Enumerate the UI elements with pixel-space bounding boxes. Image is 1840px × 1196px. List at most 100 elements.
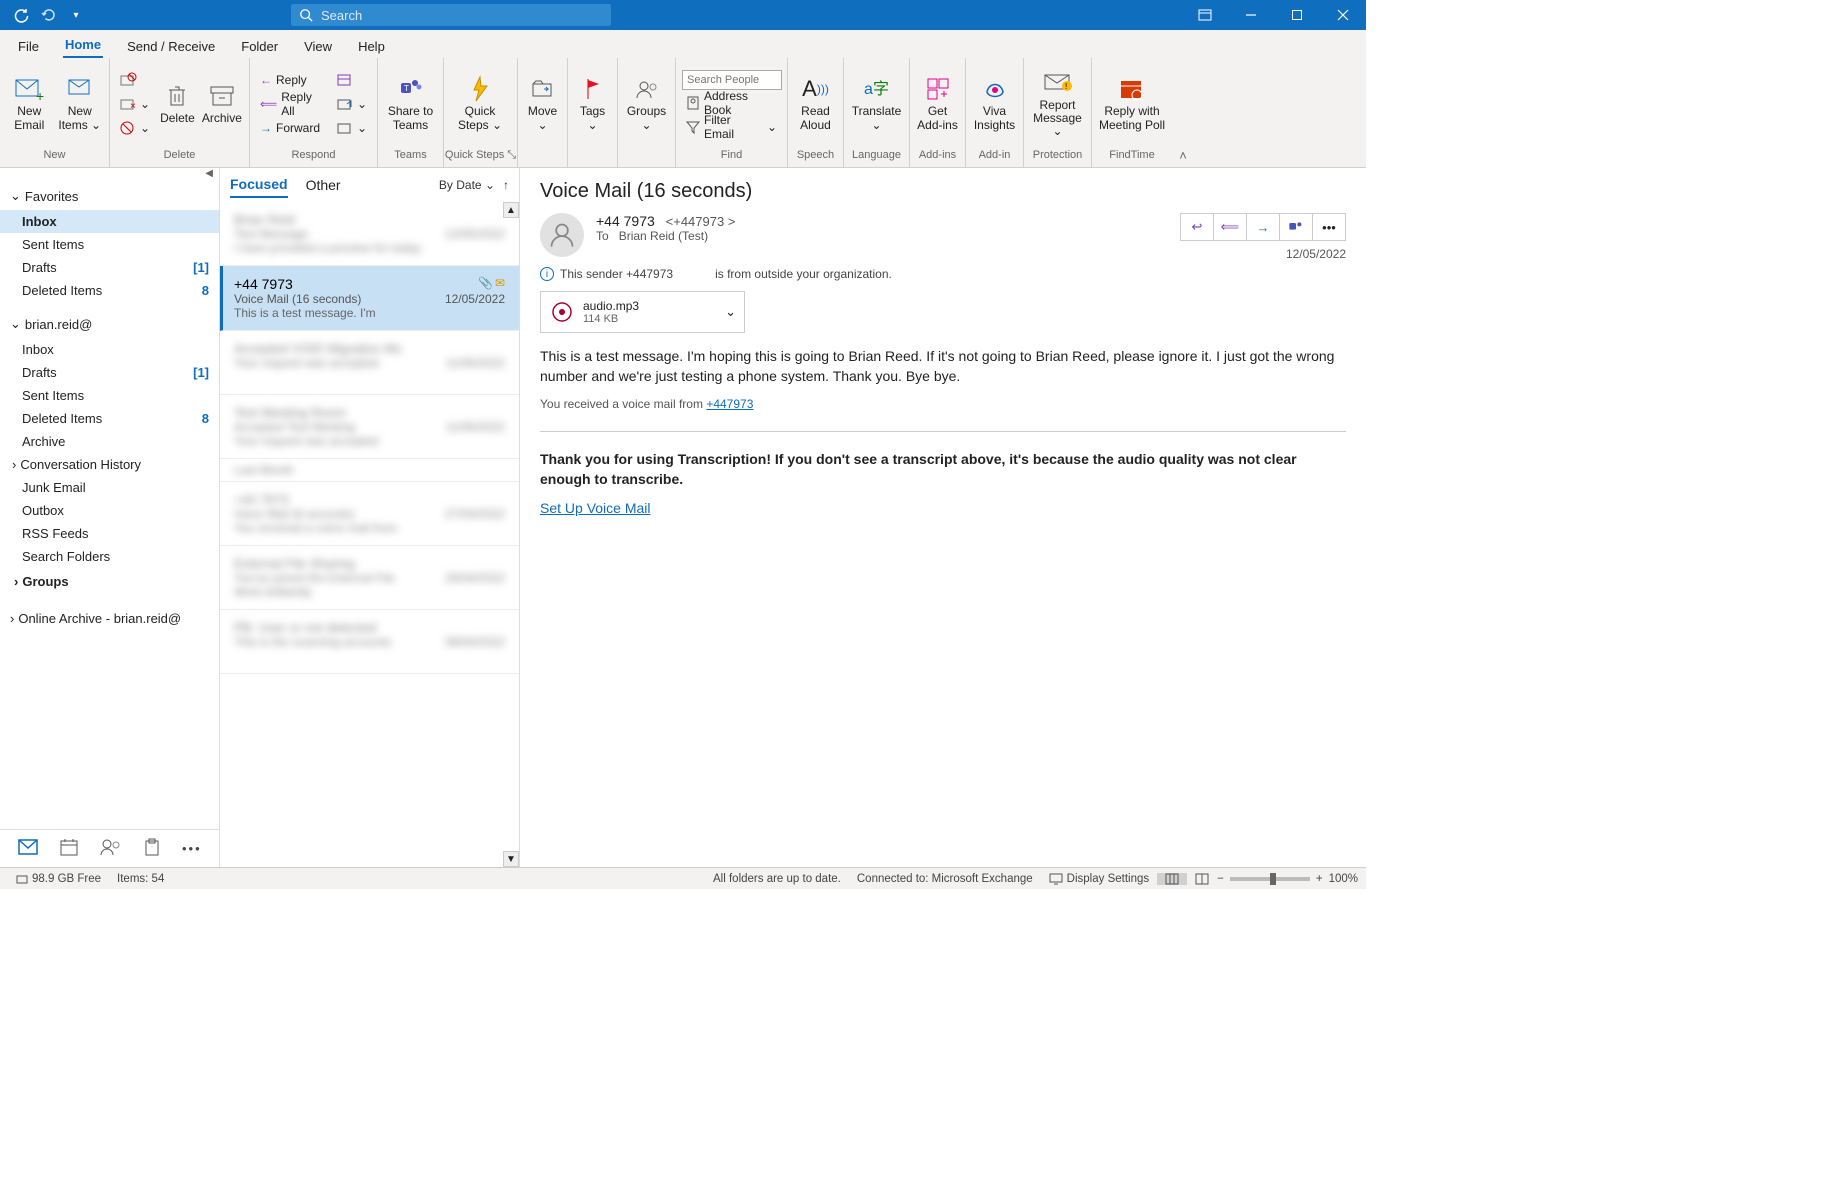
zoom-slider[interactable] xyxy=(1230,877,1310,881)
close-button[interactable] xyxy=(1320,0,1366,30)
share-im-button[interactable]: ⌄ xyxy=(333,93,371,115)
nav-online-archive[interactable]: ›Online Archive - brian.reid@ xyxy=(0,605,219,632)
ribbon-display-options-icon[interactable] xyxy=(1182,0,1228,30)
reply-all-action[interactable]: ⟸ xyxy=(1213,213,1247,241)
menu-home[interactable]: Home xyxy=(63,33,103,58)
forward-action[interactable]: → xyxy=(1246,213,1280,241)
reply-meeting-poll-button[interactable]: Reply with Meeting Poll xyxy=(1098,67,1166,141)
nav-sent-items[interactable]: Sent Items xyxy=(0,233,219,256)
read-aloud-button[interactable]: A))) Read Aloud xyxy=(794,67,837,141)
qat-customize-icon[interactable]: ▾ xyxy=(66,5,86,25)
nav-groups[interactable]: ›Groups xyxy=(0,568,219,595)
mail-nav-icon[interactable] xyxy=(18,839,38,858)
chevron-right-icon: › xyxy=(10,611,14,626)
zoom-level[interactable]: 100% xyxy=(1329,873,1358,885)
cleanup-button[interactable]: × ⌄ xyxy=(116,93,154,115)
reply-all-label: Reply All xyxy=(281,90,325,118)
message-item[interactable]: External File Sharing You've joined the … xyxy=(220,546,519,610)
nav-deleted-items2[interactable]: Deleted Items8 xyxy=(0,407,219,430)
junk-button[interactable]: ⌄ xyxy=(116,117,154,139)
phone-link[interactable]: +447973 xyxy=(706,397,753,411)
sort-by-button[interactable]: By Date ⌄ xyxy=(439,178,495,192)
nav-rss[interactable]: RSS Feeds xyxy=(0,522,219,545)
nav-drafts[interactable]: Drafts[1] xyxy=(0,256,219,279)
message-item[interactable]: +44 7973 Voice Mail (8 seconds)27/04/202… xyxy=(220,482,519,546)
view-reading-button[interactable] xyxy=(1187,873,1217,885)
scroll-down-button[interactable]: ▼ xyxy=(503,851,519,867)
message-item[interactable]: Test Meeting Room Accepted Test Meeting1… xyxy=(220,395,519,459)
sort-direction-button[interactable]: ↑ xyxy=(503,178,509,192)
zoom-in-button[interactable]: + xyxy=(1316,873,1323,885)
reply-action[interactable]: ↩ xyxy=(1180,213,1214,241)
more-nav-icon[interactable]: ••• xyxy=(182,841,202,856)
nav-sent-items2[interactable]: Sent Items xyxy=(0,384,219,407)
message-item[interactable]: Accepted VOID Migration Ms Your request … xyxy=(220,331,519,395)
nav-drafts2[interactable]: Drafts[1] xyxy=(0,361,219,384)
focused-tab[interactable]: Focused xyxy=(230,172,288,198)
menu-view[interactable]: View xyxy=(302,35,334,58)
meeting-button[interactable] xyxy=(333,69,371,91)
nav-junk[interactable]: Junk Email xyxy=(0,476,219,499)
report-message-button[interactable]: ! Report Message ⌄ xyxy=(1030,67,1085,141)
filter-email-button[interactable]: Filter Email ⌄ xyxy=(682,116,781,138)
reply-button[interactable]: ←Reply xyxy=(256,69,329,91)
collapse-nav-button[interactable]: ◀ xyxy=(0,168,219,182)
nav-deleted-items[interactable]: Deleted Items8 xyxy=(0,279,219,302)
forward-button[interactable]: →Forward xyxy=(256,117,329,139)
menu-help[interactable]: Help xyxy=(356,35,387,58)
more-actions[interactable]: ••• xyxy=(1312,213,1346,241)
display-settings-button[interactable]: Display Settings xyxy=(1041,873,1157,885)
view-normal-button[interactable] xyxy=(1157,873,1187,885)
storage-status[interactable]: 98.9 GB Free xyxy=(8,873,109,885)
message-item-selected[interactable]: +44 7973 📎✉ Voice Mail (16 seconds)12/05… xyxy=(220,266,519,331)
nav-search-folders[interactable]: Search Folders xyxy=(0,545,219,568)
nav-archive[interactable]: Archive xyxy=(0,430,219,453)
other-tab[interactable]: Other xyxy=(306,173,341,197)
attachment[interactable]: audio.mp3 114 KB ⌄ xyxy=(540,291,745,333)
groups-button[interactable]: Groups⌄ xyxy=(624,67,669,141)
move-button[interactable]: Move⌄ xyxy=(524,67,561,141)
account-header[interactable]: ⌄brian.reid@ xyxy=(0,310,219,338)
menu-send-receive[interactable]: Send / Receive xyxy=(125,35,217,58)
nav-outbox[interactable]: Outbox xyxy=(0,499,219,522)
calendar-nav-icon[interactable] xyxy=(60,838,78,859)
setup-voicemail-link[interactable]: Set Up Voice Mail xyxy=(540,500,651,516)
new-items-button[interactable]: New Items ⌄ xyxy=(57,67,104,141)
collapse-ribbon-button[interactable]: ˄ xyxy=(1172,58,1194,167)
ignore-button[interactable] xyxy=(116,69,154,91)
nav-conversation-history[interactable]: ›Conversation History xyxy=(0,453,219,476)
maximize-button[interactable] xyxy=(1274,0,1320,30)
undo-icon[interactable] xyxy=(38,5,58,25)
zoom-out-button[interactable]: − xyxy=(1217,873,1224,885)
address-book-button[interactable]: Address Book xyxy=(682,92,781,114)
nav-inbox2[interactable]: Inbox xyxy=(0,338,219,361)
archive-button[interactable]: Archive xyxy=(201,67,243,141)
send-receive-all-icon[interactable] xyxy=(10,5,30,25)
nav-drafts-label: Drafts xyxy=(22,260,57,275)
new-email-button[interactable]: + New Email xyxy=(6,67,53,141)
chevron-down-icon[interactable]: ⌄ xyxy=(725,304,736,320)
message-item[interactable]: Brian Reid Test Message12/05/2022 I have… xyxy=(220,202,519,266)
message-group-header[interactable]: Last Month xyxy=(220,459,519,482)
translate-button[interactable]: a字 Translate⌄ xyxy=(850,67,903,141)
favorites-header[interactable]: ⌄Favorites xyxy=(0,182,219,210)
get-addins-button[interactable]: Get Add-ins xyxy=(916,67,959,141)
nav-inbox[interactable]: Inbox xyxy=(0,210,219,233)
search-box[interactable] xyxy=(291,4,611,26)
message-item[interactable]: PB: User or not detected This is the sca… xyxy=(220,610,519,674)
reply-all-button[interactable]: ⟸Reply All xyxy=(256,93,329,115)
search-people-input[interactable] xyxy=(682,70,782,90)
search-input[interactable] xyxy=(321,8,603,23)
menu-folder[interactable]: Folder xyxy=(239,35,280,58)
tags-button[interactable]: Tags⌄ xyxy=(574,67,611,141)
viva-insights-button[interactable]: Viva Insights xyxy=(972,67,1017,141)
share-to-teams-button[interactable]: T Share to Teams xyxy=(384,67,437,141)
menu-file[interactable]: File xyxy=(16,35,41,58)
teams-action[interactable] xyxy=(1279,213,1313,241)
minimize-button[interactable] xyxy=(1228,0,1274,30)
tasks-nav-icon[interactable] xyxy=(144,838,160,859)
delete-button[interactable]: Delete xyxy=(158,67,197,141)
more-respond-button[interactable]: ⌄ xyxy=(333,117,371,139)
people-nav-icon[interactable] xyxy=(100,838,122,859)
quick-steps-button[interactable]: Quick Steps ⌄ xyxy=(450,67,510,141)
